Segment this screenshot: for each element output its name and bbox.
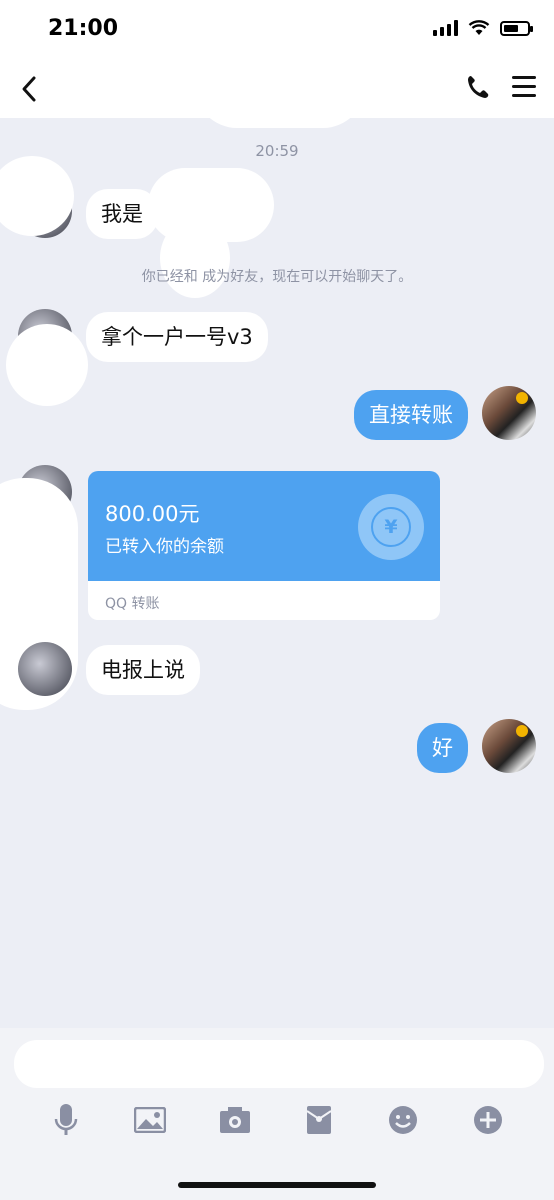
signal-icon xyxy=(433,20,458,36)
home-indicator xyxy=(178,1182,376,1188)
transfer-description: 已转入你的余额 xyxy=(105,537,224,557)
chat-header xyxy=(0,44,554,126)
contact-name-redacted xyxy=(197,44,363,126)
status-time: 21:00 xyxy=(48,16,119,41)
phone-call-icon[interactable] xyxy=(466,74,490,100)
chat-timestamp: 20:59 xyxy=(255,142,299,160)
input-bar xyxy=(0,1028,554,1200)
transfer-card[interactable]: 800.00元 已转入你的余额 ¥ QQ 转账 xyxy=(88,471,440,620)
transfer-card-body: 800.00元 已转入你的余额 ¥ xyxy=(88,471,440,581)
wifi-icon xyxy=(468,20,490,35)
status-icons xyxy=(433,20,533,36)
message-bubble[interactable]: 拿个一户一号v3 xyxy=(86,312,268,362)
user-avatar[interactable] xyxy=(482,386,536,440)
message-input[interactable] xyxy=(14,1040,544,1088)
transfer-footer: QQ 转账 xyxy=(105,596,160,612)
currency-exchange-icon: ¥ xyxy=(358,494,424,560)
message-bubble[interactable]: 好 xyxy=(417,723,468,773)
chat-area[interactable]: 20:59 我是 你已经和 成为好友，现在可以开始聊天了。 拿个一户一号v3 直… xyxy=(0,118,554,1028)
system-message: 你已经和 成为好友，现在可以开始聊天了。 xyxy=(141,269,413,285)
camera-icon[interactable] xyxy=(215,1100,255,1140)
user-avatar[interactable] xyxy=(482,719,536,773)
menu-icon[interactable] xyxy=(512,76,536,103)
emoji-icon[interactable] xyxy=(383,1100,423,1140)
add-icon[interactable] xyxy=(468,1100,508,1140)
image-icon[interactable] xyxy=(130,1100,170,1140)
battery-icon xyxy=(500,20,533,36)
message-bubble[interactable]: 我是 xyxy=(86,189,158,239)
red-packet-icon[interactable] xyxy=(299,1100,339,1140)
back-icon[interactable] xyxy=(20,75,38,103)
redaction-mark xyxy=(160,218,230,298)
redaction-mark xyxy=(6,324,88,406)
message-bubble[interactable]: 直接转账 xyxy=(354,390,468,440)
message-bubble[interactable]: 电报上说 xyxy=(86,645,200,695)
transfer-amount: 800.00元 xyxy=(105,502,200,526)
yuan-icon: ¥ xyxy=(371,507,411,547)
contact-avatar[interactable] xyxy=(18,642,72,696)
microphone-icon[interactable] xyxy=(46,1100,86,1140)
toolbar xyxy=(0,1100,554,1140)
